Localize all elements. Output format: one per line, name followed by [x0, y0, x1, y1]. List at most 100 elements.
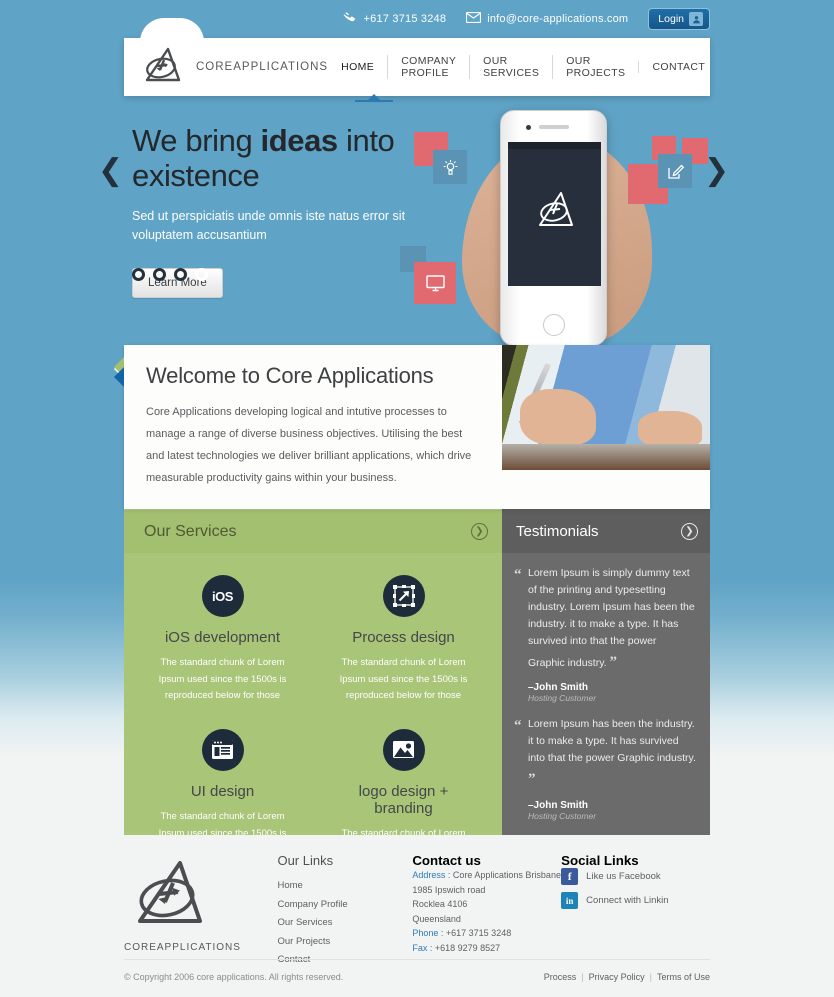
top-email[interactable]: info@core-applications.com: [466, 11, 628, 26]
testimonial-text-1: “Lorem Ipsum is simply dummy text of the…: [514, 565, 696, 674]
social-label-facebook: Like us Facebook: [586, 871, 661, 882]
top-phone[interactable]: +617 3715 3248: [343, 11, 447, 27]
testimonials-more-icon[interactable]: ❯: [681, 522, 698, 540]
service-title-ios: iOS development: [164, 629, 281, 646]
brand-name: COREAPPLICATIONS: [196, 61, 329, 73]
edit-icon: [658, 154, 692, 188]
copyright-bar: © Copyright 2006 core applications. All …: [124, 959, 710, 982]
address-value-1: Core Applications Brisbane: [452, 870, 561, 880]
services-header: Our Services ❯: [114, 357, 502, 553]
footer-address-line-4: Queensland: [412, 913, 461, 924]
footer-link-our-services[interactable]: Our Services: [277, 914, 412, 933]
service-desc-ios: The standard chunk of Lorem Ipsum used s…: [158, 657, 287, 702]
footer-phone-line: Phone : +617 3715 3248: [412, 926, 561, 941]
slider-dot-4[interactable]: [195, 268, 208, 281]
social-link-linkedin[interactable]: in Connect with Linkin: [561, 892, 710, 909]
band-nub: [114, 367, 124, 387]
footer-contact-title: Contact us: [412, 853, 481, 868]
footer-link-home[interactable]: Home: [277, 877, 412, 896]
user-icon: [689, 12, 703, 26]
footer-social-column: Social Links f Like us Facebook in Conne…: [561, 853, 710, 970]
brand[interactable]: COREAPPLICATIONS: [124, 44, 328, 91]
speaker-slot: [539, 125, 569, 129]
testimonial-role-1: Hosting Customer: [528, 693, 597, 704]
footer-address-line-1: Address : Core Applications Brisbane: [412, 868, 561, 883]
nav-item-company-profile[interactable]: COMPANY PROFILE: [387, 55, 469, 79]
social-label-linkedin: Connect with Linkin: [586, 895, 669, 906]
main-navigation: HOME COMPANY PROFILE OUR SERVICES OUR PR…: [328, 55, 718, 79]
service-card-process-design[interactable]: Process design The standard chunk of Lor…: [313, 575, 494, 705]
ios-icon-label: iOS: [212, 588, 233, 604]
image-icon: [382, 728, 425, 771]
service-desc-process-design: The standard chunk of Lorem Ipsum used s…: [339, 657, 468, 702]
footer-address-line-3: Rocklea 4106: [412, 899, 468, 910]
slider-dot-3[interactable]: [174, 268, 187, 281]
testimonials-header: Testimonials ❯: [502, 509, 710, 553]
nav-item-our-services[interactable]: OUR SERVICES: [469, 55, 552, 79]
welcome-section: Welcome to Core Applications Core Applic…: [114, 345, 710, 509]
copyright-text: © Copyright 2006 core applications. All …: [124, 972, 344, 982]
iphone-mockup: [500, 110, 607, 346]
services-more-icon[interactable]: ❯: [471, 523, 488, 540]
phone-value: +617 3715 3248: [445, 928, 512, 939]
coreapplications-logo-icon: [124, 861, 214, 935]
footer-bottom-links: Process | Privacy Policy | Terms of Use: [543, 972, 710, 982]
fax-value: +618 9279 8527: [434, 942, 501, 953]
lightbulb-icon: [433, 150, 467, 184]
fax-label: Fax :: [412, 942, 433, 953]
testimonials-list: “Lorem Ipsum is simply dummy text of the…: [502, 553, 710, 844]
login-button[interactable]: Login: [648, 8, 710, 30]
coreapplications-logo-icon: [138, 44, 186, 91]
service-title-ui-design: UI design: [190, 782, 255, 800]
footer-fax-line: Fax : +618 9279 8527: [412, 941, 561, 956]
hero-slider: ❮ ❯ We bring ideas into existence Sed ut…: [0, 96, 834, 346]
service-card-ios[interactable]: iOS iOS development The standard chunk o…: [132, 575, 313, 705]
bottom-link-terms-of-use[interactable]: Terms of Use: [657, 972, 710, 982]
quote-close-icon: ”: [609, 654, 618, 670]
phone-label: Phone :: [412, 928, 444, 939]
home-button: [543, 314, 565, 336]
tile-edit: [658, 154, 692, 188]
transform-arrow-icon: [382, 575, 425, 617]
writing-hand-shape: [520, 389, 596, 445]
quote-open-icon: “: [514, 567, 522, 583]
top-phone-label: +617 3715 3248: [363, 13, 447, 25]
footer-brand[interactable]: COREAPPLICATIONS: [124, 853, 277, 970]
footer-social-title: Social Links: [561, 853, 639, 868]
slider-dot-2[interactable]: [153, 268, 166, 281]
site-footer: COREAPPLICATIONS Our Links Home Company …: [0, 835, 834, 997]
top-utility-bar: +617 3715 3248 info@core-applications.co…: [0, 0, 834, 38]
social-link-facebook[interactable]: f Like us Facebook: [561, 868, 710, 885]
testimonial-role-2: Hosting Customer: [528, 810, 597, 821]
resting-hand-shape: [638, 411, 702, 447]
welcome-body: Core Applications developing logical and…: [146, 406, 472, 484]
footer-link-our-projects[interactable]: Our Projects: [277, 933, 412, 952]
mail-icon: [466, 11, 482, 26]
hero-image: [400, 96, 710, 346]
testimonial-author-2: –John Smith: [528, 799, 589, 811]
footer-address-line-2: 1985 Ipswich road: [412, 884, 486, 895]
nav-item-contact[interactable]: CONTACT: [638, 61, 718, 73]
bottom-link-process[interactable]: Process: [544, 972, 577, 982]
hero-subtitle: Sed ut perspiciatis unde omnis iste natu…: [132, 209, 406, 242]
hero-heading: We bring ideas into existence: [132, 123, 432, 193]
footer-brand-name: COREAPPLICATIONS: [124, 942, 241, 953]
footer-link-company-profile[interactable]: Company Profile: [277, 896, 412, 915]
tile-lightbulb: [433, 150, 467, 184]
slider-dot-1[interactable]: [132, 268, 145, 281]
nav-item-our-projects[interactable]: OUR PROJECTS: [552, 55, 638, 79]
nav-item-home[interactable]: HOME: [328, 61, 387, 73]
address-label: Address :: [412, 870, 451, 880]
testimonials-title: Testimonials: [516, 522, 599, 540]
service-title-process-design: Process design: [352, 629, 455, 646]
footer-links-column: Our Links Home Company Profile Our Servi…: [277, 853, 412, 970]
welcome-photo: [502, 345, 710, 470]
slider-prev-button[interactable]: ❮: [98, 156, 123, 186]
slider-dots: [132, 268, 208, 281]
services-title: Our Services: [144, 522, 237, 540]
bottom-link-privacy-policy[interactable]: Privacy Policy: [589, 972, 645, 982]
linkedin-icon: in: [561, 892, 579, 909]
quote-open-icon: “: [514, 718, 522, 735]
site-header: COREAPPLICATIONS HOME COMPANY PROFILE OU…: [0, 18, 834, 102]
ios-icon: iOS: [201, 575, 244, 617]
